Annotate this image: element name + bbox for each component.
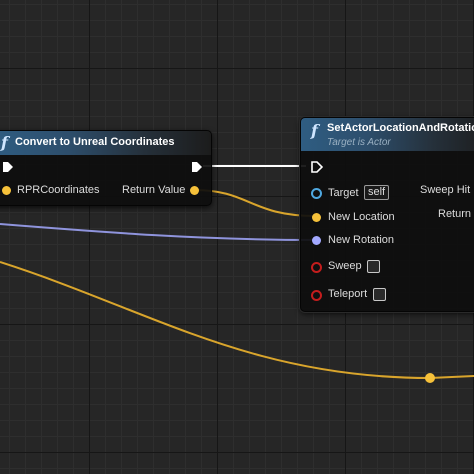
new-rotation-pin[interactable]: [312, 236, 321, 245]
rotation-wire[interactable]: [0, 223, 317, 241]
sweep-checkbox[interactable]: [367, 260, 380, 273]
return-value-pin[interactable]: [190, 186, 199, 195]
target-label: Target: [328, 187, 359, 199]
teleport-checkbox[interactable]: [373, 288, 386, 301]
function-icon: f: [311, 121, 318, 140]
convert-to-unreal-coordinates-node[interactable]: f Convert to Unreal Coordinates RPRCoord…: [0, 130, 212, 206]
return-value-label: Return V: [438, 208, 474, 220]
teleport-pin[interactable]: [311, 290, 322, 301]
teleport-label: Teleport: [328, 288, 368, 300]
sweep-label: Sweep: [328, 260, 362, 272]
exec-input-pin[interactable]: [311, 161, 323, 173]
new-location-pin[interactable]: [312, 213, 321, 222]
location-wire[interactable]: [193, 189, 317, 217]
sweep-hit-result-label: Sweep Hit R: [420, 184, 474, 196]
reroute-knot[interactable]: [425, 373, 435, 383]
target-pin[interactable]: [311, 188, 322, 199]
node-title: SetActorLocationAndRotation: [327, 122, 474, 134]
target-self-default[interactable]: self: [364, 185, 390, 200]
exec-output-pin[interactable]: [191, 161, 203, 173]
exec-input-pin[interactable]: [2, 161, 14, 173]
set-actor-location-and-rotation-node[interactable]: f SetActorLocationAndRotation Target is …: [300, 117, 474, 312]
new-rotation-label: New Rotation: [328, 234, 395, 246]
new-location-label: New Location: [328, 211, 395, 223]
rpr-coordinates-label: RPRCoordinates: [17, 184, 100, 196]
sweep-pin[interactable]: [311, 262, 322, 273]
function-icon: f: [1, 133, 8, 152]
rpr-coordinates-pin[interactable]: [2, 186, 11, 195]
node-title: Convert to Unreal Coordinates: [15, 136, 175, 148]
node-subtitle: Target is Actor: [327, 137, 391, 148]
return-value-label: Return Value: [122, 184, 186, 196]
